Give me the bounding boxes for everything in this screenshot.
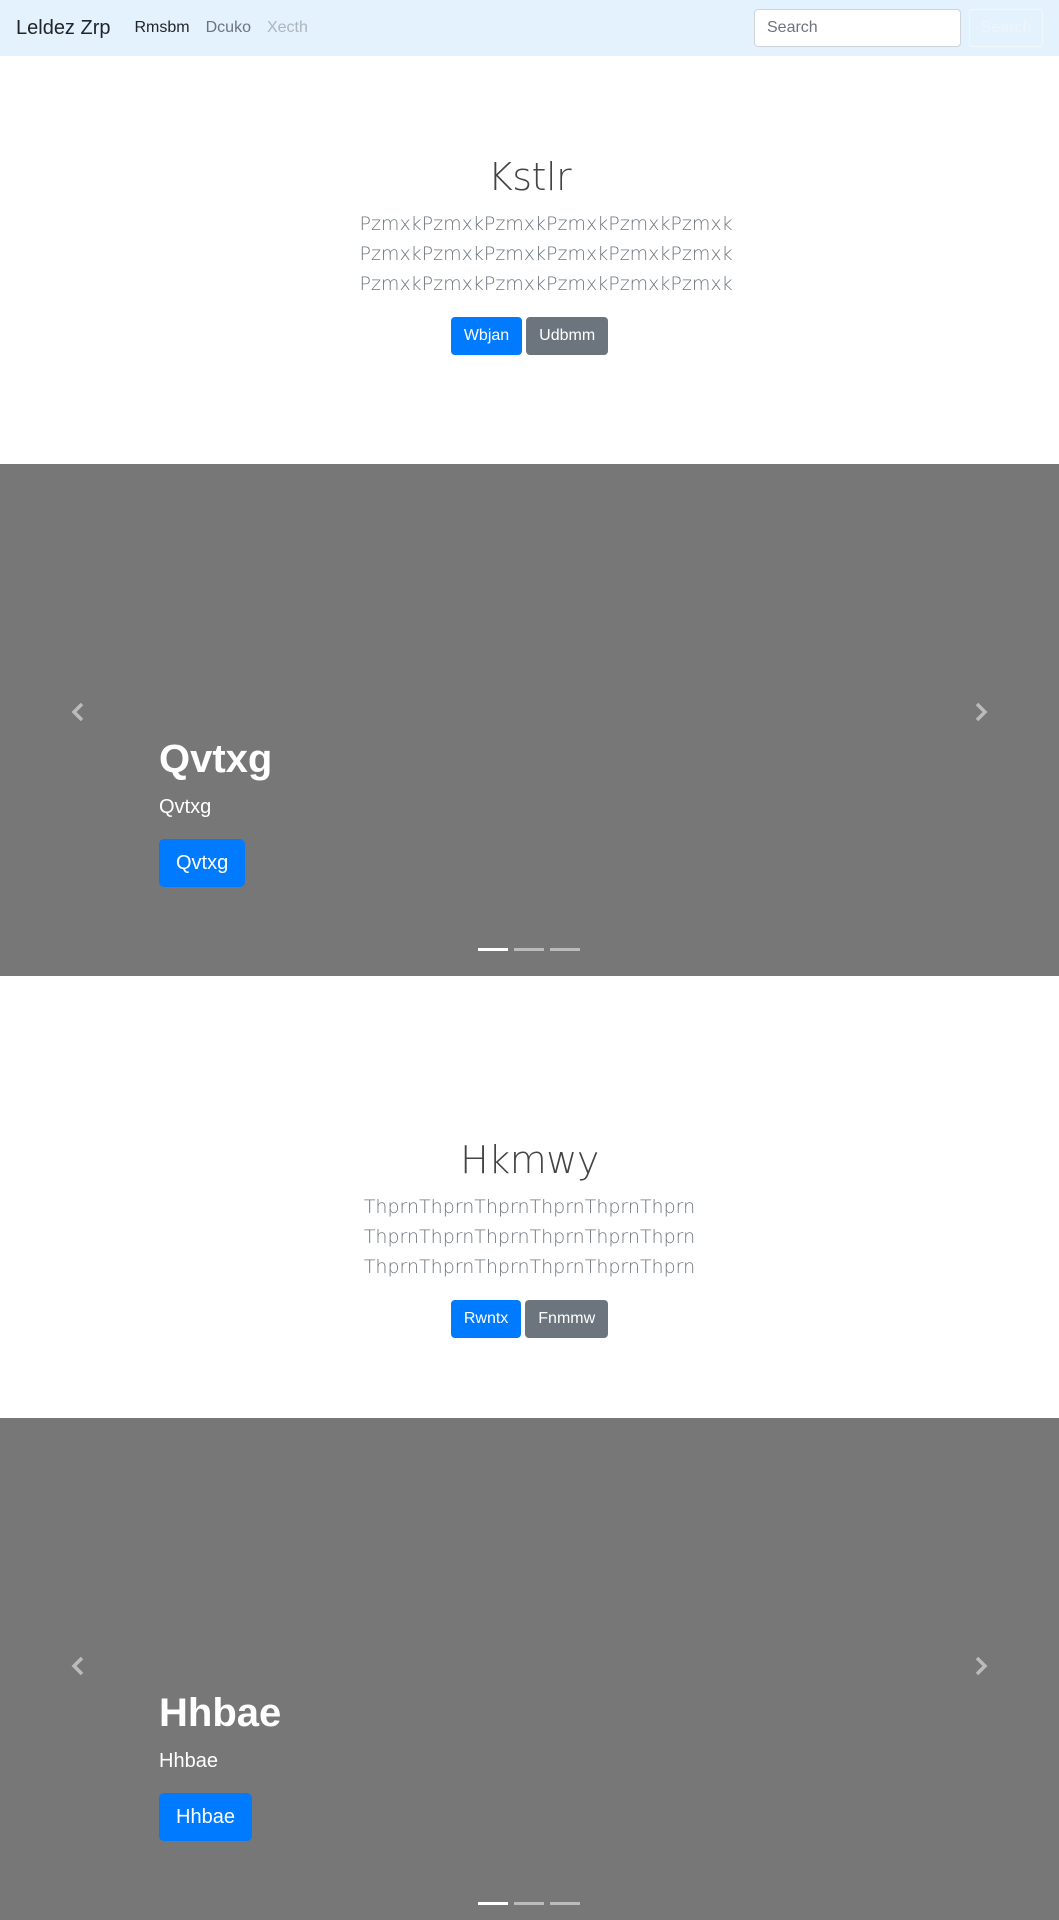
carousel-caption: Hhbae Hhbae Hhbae — [159, 1691, 281, 1841]
primary-button[interactable]: Wbjan — [450, 317, 523, 355]
primary-button[interactable]: Rwntx — [450, 1300, 522, 1338]
button-row: Rwntx Fnmmw — [0, 1300, 1059, 1338]
secondary-button[interactable]: Udbmm — [526, 317, 609, 355]
carousel-caption: Qvtxg Qvtxg Qvtxg — [159, 737, 272, 887]
search-input[interactable] — [754, 9, 961, 47]
carousel-indicator[interactable] — [550, 1902, 580, 1905]
lead-line: PzmxkPzmxkPzmxkPzmxkPzmxkPzmxk — [359, 273, 733, 295]
section-title: Kstlr — [487, 155, 572, 199]
carousel-1: Qvtxg Qvtxg Qvtxg — [0, 464, 1059, 976]
lead-text: ThprnThprnThprnThprnThprnThprn ThprnThpr… — [220, 1192, 840, 1282]
carousel-indicator[interactable] — [550, 948, 580, 951]
lead-line: PzmxkPzmxkPzmxkPzmxkPzmxkPzmxk — [359, 213, 733, 235]
carousel-next-icon[interactable] — [970, 702, 990, 722]
carousel-heading: Qvtxg — [159, 737, 273, 781]
button-row: Wbjan Udbmm — [0, 317, 1059, 355]
carousel-indicator[interactable] — [478, 948, 508, 951]
lead-line: ThprnThprnThprnThprnThprnThprn ThprnThpr… — [363, 1196, 696, 1248]
nav-link-dcuko[interactable]: Dcuko — [206, 19, 251, 37]
carousel-2: Hhbae Hhbae Hhbae — [0, 1418, 1059, 1920]
carousel-prev-icon[interactable] — [69, 702, 89, 722]
section-title: Hkmwy — [460, 1138, 599, 1182]
carousel-button[interactable]: Qvtxg — [159, 839, 246, 887]
carousel-indicator[interactable] — [514, 948, 544, 951]
search-button[interactable]: Search — [969, 9, 1043, 47]
carousel-indicators — [478, 948, 580, 951]
navbar: Leldez Zrp Rmsbm Dcuko Xecth Search — [0, 0, 1059, 56]
carousel-prev-icon[interactable] — [69, 1656, 89, 1676]
carousel-text: Qvtxg — [159, 796, 212, 818]
jumbotron-kstlr: Kstlr PzmxkPzmxkPzmxkPzmxkPzmxkPzmxk Pzm… — [0, 155, 1059, 355]
lead-line: ThprnThprnThprnThprnThprnThprn — [363, 1256, 696, 1278]
carousel-next-icon[interactable] — [970, 1656, 990, 1676]
nav-link-rmsbm[interactable]: Rmsbm — [135, 19, 190, 37]
lead-text: PzmxkPzmxkPzmxkPzmxkPzmxkPzmxk PzmxkPzmx… — [359, 209, 733, 299]
carousel-indicator[interactable] — [478, 1902, 508, 1905]
carousel-heading: Hhbae — [159, 1691, 282, 1735]
jumbotron-hkmwy: Hkmwy ThprnThprnThprnThprnThprnThprn Thp… — [0, 1138, 1059, 1338]
carousel-indicator[interactable] — [514, 1902, 544, 1905]
lead-line: PzmxkPzmxkPzmxkPzmxkPzmxkPzmxk — [359, 243, 733, 265]
carousel-text: Hhbae — [159, 1750, 218, 1772]
nav-link-xecth: Xecth — [266, 19, 308, 36]
carousel-button[interactable]: Hhbae — [159, 1793, 252, 1841]
secondary-button[interactable]: Fnmmw — [525, 1300, 609, 1338]
navbar-brand[interactable]: Leldez Zrp — [16, 17, 111, 40]
carousel-indicators — [478, 1902, 580, 1905]
